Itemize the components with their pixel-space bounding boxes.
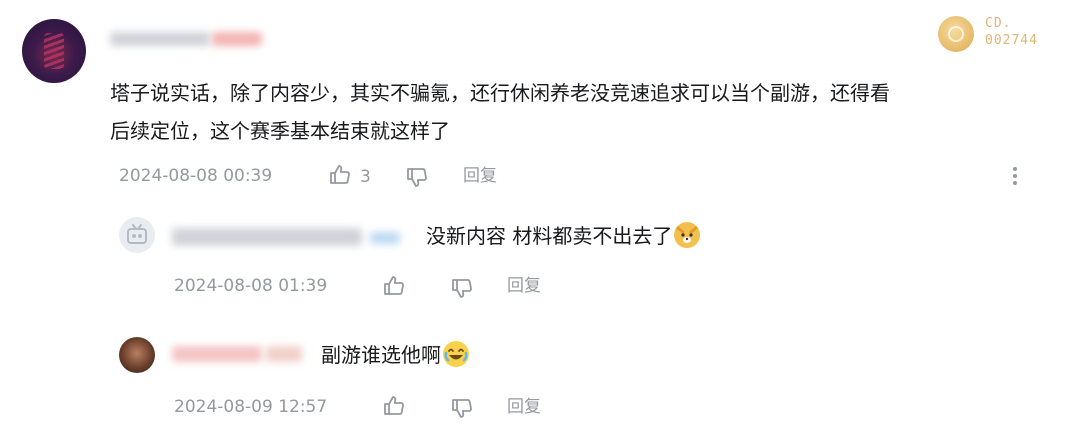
reply2-reply-button[interactable]: 回复 <box>507 397 541 417</box>
reply1-text: 没新内容 材料都卖不出去了 <box>426 224 673 248</box>
reply2-dislike-button[interactable] <box>450 396 474 424</box>
thumbs-up-icon <box>382 274 406 302</box>
reply2-avatar[interactable] <box>119 337 155 373</box>
fan-badge-number: CD. 002744 <box>985 15 1038 49</box>
reply2-like-button[interactable] <box>382 394 406 422</box>
more-options-icon[interactable] <box>1010 164 1020 190</box>
laugh-cry-emoji-icon <box>443 341 469 367</box>
reply1-reply-button[interactable]: 回复 <box>507 276 541 296</box>
comment-body: 塔子说实话，除了内容少，其实不骗氪，还行休闲养老没竞速追求可以当个副游，还得看 … <box>110 74 1050 150</box>
thumbs-up-icon <box>382 394 406 422</box>
dislike-button[interactable] <box>405 165 429 193</box>
commenter-username[interactable] <box>110 32 210 46</box>
reply-button[interactable]: 回复 <box>463 166 497 186</box>
reply1-body: 没新内容 材料都卖不出去了 <box>426 222 701 250</box>
thumbs-down-icon <box>450 396 474 424</box>
reply1-username[interactable] <box>172 228 362 246</box>
thumbs-down-icon <box>450 276 474 304</box>
reply1-like-button[interactable] <box>382 274 406 302</box>
reply2-body: 副游谁选他啊 <box>321 341 469 369</box>
comment-text-line2: 后续定位，这个赛季基本结束就这样了 <box>110 119 450 143</box>
reply2-username[interactable] <box>172 346 262 362</box>
reply1-level-badge <box>370 232 400 244</box>
reply2-level-badge <box>266 346 302 362</box>
reply1-avatar[interactable] <box>119 217 155 253</box>
thumbs-down-icon <box>405 165 429 193</box>
fan-badge-line2: 002744 <box>985 33 1038 48</box>
commenter-avatar[interactable] <box>22 19 86 83</box>
like-count: 3 <box>360 167 371 187</box>
thumbs-up-icon <box>328 163 352 191</box>
comment-timestamp: 2024-08-08 00:39 <box>119 166 273 186</box>
reply2-text: 副游谁选他啊 <box>321 343 441 367</box>
comment-text-line1: 塔子说实话，除了内容少，其实不骗氪，还行休闲养老没竞速追求可以当个副游，还得看 <box>110 81 890 105</box>
commenter-level-badge <box>212 32 262 46</box>
reply2-timestamp: 2024-08-09 12:57 <box>174 397 328 417</box>
fan-badge-line1: CD. <box>985 16 1012 31</box>
fan-badge-icon <box>938 16 974 52</box>
reply1-timestamp: 2024-08-08 01:39 <box>174 276 328 296</box>
dog-emoji-icon <box>674 222 701 248</box>
reply1-dislike-button[interactable] <box>450 276 474 304</box>
like-button[interactable]: 3 <box>328 163 371 191</box>
